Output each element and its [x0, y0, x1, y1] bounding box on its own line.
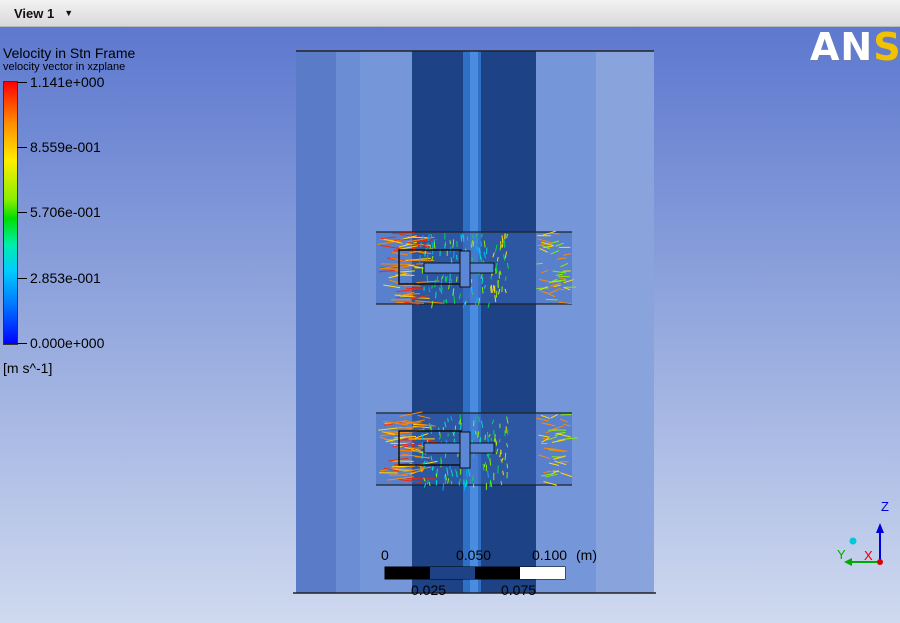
velocity-vector: [422, 467, 425, 471]
y-axis-label: Y: [837, 547, 846, 562]
view-center-dot: [849, 537, 857, 545]
velocity-vector: [392, 460, 414, 462]
velocity-vector: [381, 263, 411, 265]
velocity-vector: [419, 255, 421, 263]
dropdown-arrow-icon[interactable]: ▼: [64, 8, 73, 18]
velocity-vector: [481, 286, 484, 294]
scale-label: 0.075: [501, 582, 537, 598]
impeller-hub-lower: [423, 442, 495, 454]
velocity-vector: [452, 288, 455, 297]
legend-tick-label: 8.559e-001: [30, 139, 101, 155]
velocity-vector: [501, 243, 504, 248]
velocity-vector: [552, 470, 560, 473]
velocity-vector: [392, 232, 415, 234]
velocity-vector: [429, 246, 431, 250]
velocity-vector: [486, 431, 489, 438]
velocity-vector: [497, 280, 499, 289]
z-axis-label: Z: [881, 499, 889, 514]
scale-units: (m): [576, 547, 597, 563]
velocity-vector: [395, 296, 424, 299]
velocity-vector: [478, 416, 480, 422]
velocity-vector: [434, 291, 437, 299]
velocity-vector: [430, 423, 433, 430]
velocity-vector: [558, 275, 570, 278]
velocity-vector: [464, 300, 467, 305]
velocity-vector: [482, 463, 485, 471]
legend-title: Velocity in Stn Frame: [3, 45, 136, 61]
velocity-vector: [449, 240, 451, 245]
shaft-core: [470, 51, 478, 593]
velocity-vector: [500, 241, 502, 248]
velocity-vector: [463, 483, 466, 491]
velocity-vector: [506, 463, 509, 469]
scale-label: 0: [381, 547, 389, 563]
impeller-disc-upper: [459, 250, 471, 288]
scale-label: 0.050: [456, 547, 492, 563]
velocity-vector: [493, 285, 495, 292]
velocity-vector: [439, 287, 441, 292]
velocity-vector: [407, 236, 428, 239]
tank-shade-right: [596, 51, 654, 593]
tank-shade-left: [296, 51, 336, 593]
velocity-vector: [471, 286, 473, 294]
3d-viewport[interactable]: Velocity in Stn Frame velocity vector in…: [0, 27, 900, 623]
ansys-logo: ANS: [810, 27, 900, 69]
legend-tick: [17, 147, 27, 148]
velocity-vector: [420, 242, 422, 248]
z-axis-arrow: [876, 523, 884, 533]
impeller-disc-lower: [459, 431, 471, 469]
velocity-vector: [435, 473, 438, 478]
velocity-vector: [484, 434, 486, 441]
color-bar: [3, 81, 18, 345]
impeller-hub-upper: [423, 262, 495, 274]
legend-tick-label: 1.141e+000: [30, 74, 105, 90]
mixer-geometry: [293, 50, 884, 594]
impeller-zone-upper: [376, 230, 576, 309]
view-tab-label: View 1: [14, 5, 55, 21]
impeller-zone-lower: [376, 411, 579, 491]
velocity-vector: [456, 471, 458, 478]
velocity-vector: [453, 250, 455, 259]
legend-units: [m s^-1]: [3, 360, 53, 376]
view-tab-bar: View 1 ▼: [0, 0, 900, 27]
legend-tick: [17, 343, 27, 344]
legend-tick-label: 0.000e+000: [30, 335, 105, 351]
velocity-vector: [550, 232, 560, 235]
view-tab[interactable]: View 1 ▼: [0, 0, 102, 26]
legend-subtitle: velocity vector in xzplane: [3, 61, 126, 73]
legend-tick-label: 2.853e-001: [30, 270, 101, 286]
x-axis-dot: [877, 559, 883, 565]
scale-label: 0.025: [411, 582, 447, 598]
scale-bar: [384, 566, 566, 580]
legend-tick: [17, 212, 27, 213]
x-axis-label: X: [864, 548, 873, 563]
velocity-vector: [536, 262, 543, 265]
legend-tick: [17, 82, 27, 83]
velocity-vector: [382, 431, 409, 433]
legend-tick: [17, 278, 27, 279]
velocity-vector: [500, 481, 503, 486]
velocity-vector: [428, 481, 431, 487]
velocity-vector: [480, 241, 482, 247]
scale-label: 0.100: [532, 547, 568, 563]
velocity-vector: [447, 418, 449, 423]
velocity-vector: [453, 296, 456, 304]
legend-tick-label: 5.706e-001: [30, 204, 101, 220]
velocity-vector: [504, 452, 507, 461]
